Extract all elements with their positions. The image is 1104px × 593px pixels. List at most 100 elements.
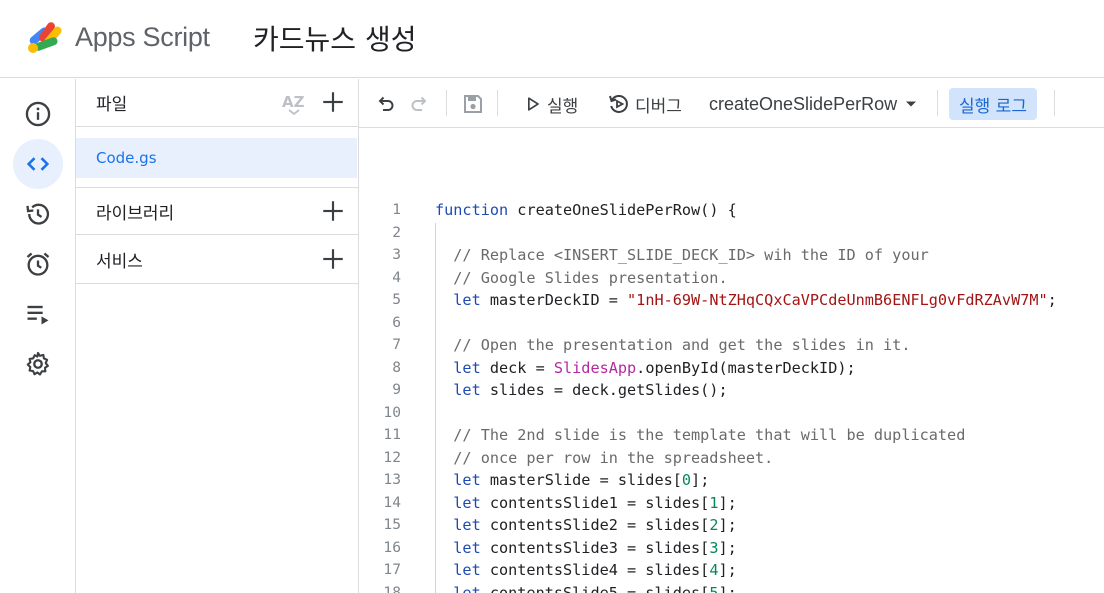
info-icon: [25, 101, 51, 127]
code-token: // once per row in the spreadsheet.: [435, 448, 774, 467]
dropdown-arrow-icon: [906, 101, 917, 107]
code-line[interactable]: 9 let slides = deck.getSlides();: [359, 379, 1104, 402]
gear-icon: [26, 351, 49, 376]
code-token: let: [435, 561, 481, 579]
code-line[interactable]: 2: [359, 222, 1104, 245]
toolbar-divider: [937, 90, 938, 116]
code-token: slides = deck.getSlides();: [480, 381, 728, 399]
code-token: // Google Slides presentation.: [435, 268, 728, 287]
code-editor[interactable]: 1 function createOneSlidePerRow() { 2 3 // …: [359, 128, 1104, 593]
code-line[interactable]: 11 // The 2nd slide is the template that…: [359, 424, 1104, 447]
code-token: contentsSlide4 = slides[: [480, 561, 710, 579]
line-number: 6: [392, 313, 401, 331]
code-token: .openById(masterDeckID);: [636, 358, 856, 377]
code-line[interactable]: 12 // once per row in the spreadsheet.: [359, 447, 1104, 470]
save-button[interactable]: [461, 89, 485, 119]
run-label: 실행: [547, 96, 579, 117]
code-line[interactable]: 14 let contentsSlide1 = slides[1];: [359, 492, 1104, 515]
code-token: let: [435, 291, 481, 309]
code-token: "1nH-69W-NtZHqCQxCaVPCdeUnmB6ENFLg0vFdRZ…: [627, 291, 1048, 309]
rail-overview-button[interactable]: [13, 89, 63, 139]
code-line[interactable]: 18 let contentsSlide5 = slides[5];: [359, 582, 1104, 593]
code-line[interactable]: 10: [359, 402, 1104, 425]
code-token: masterDeckID =: [480, 291, 628, 309]
rail-history-button[interactable]: [13, 189, 63, 239]
code-text: let contentsSlide5 = slides[5];: [435, 582, 736, 593]
project-title[interactable]: 카드뉴스 생성: [253, 18, 416, 58]
code-token: ];: [718, 516, 737, 534]
code-token: createOneSlidePerRow() {: [508, 201, 737, 219]
rail-settings-button[interactable]: [13, 339, 63, 389]
code-token: function: [435, 201, 509, 219]
files-panel: 파일 AZ Code.gs 라이브러리 서비스: [76, 79, 359, 593]
add-service-icon[interactable]: [320, 246, 346, 272]
code-line[interactable]: 1 function createOneSlidePerRow() {: [359, 199, 1104, 222]
code-token: // Replace <INSERT_SLIDE_DECK_ID> wih th…: [435, 246, 929, 264]
rail-triggers-button[interactable]: [13, 239, 63, 289]
libraries-label: 라이브러리: [96, 204, 175, 224]
redo-icon: [411, 96, 427, 111]
code-line[interactable]: 16 let contentsSlide3 = slides[3];: [359, 537, 1104, 560]
app-header: Apps Script 카드뉴스 생성: [0, 0, 1104, 78]
code-line[interactable]: 15 let contentsSlide2 = slides[2];: [359, 514, 1104, 537]
code-token: ;: [1047, 291, 1057, 309]
libraries-row: 라이브러리: [76, 187, 358, 235]
line-number: 11: [383, 426, 401, 443]
sort-az-icon[interactable]: AZ: [280, 90, 308, 116]
line-number: 2: [392, 223, 401, 241]
debug-button[interactable]: 디버그: [607, 89, 682, 119]
code-text: // The 2nd slide is the template that wi…: [435, 424, 965, 447]
line-number: 10: [383, 403, 401, 421]
line-number: 8: [392, 358, 401, 376]
code-token: masterSlide = slides[: [480, 471, 682, 489]
code-line[interactable]: 17 let contentsSlide4 = slides[4];: [359, 559, 1104, 582]
execution-log-button[interactable]: 실행 로그: [949, 88, 1037, 120]
add-library-icon[interactable]: [320, 198, 346, 224]
code-line[interactable]: 7 // Open the presentation and get the s…: [359, 334, 1104, 357]
rail-editor-button[interactable]: [13, 139, 63, 189]
run-button[interactable]: 실행: [523, 89, 578, 119]
files-label: 파일: [96, 95, 128, 115]
code-token: 0: [681, 471, 692, 489]
code-line[interactable]: 8 let deck = SlidesApp.openById(masterDe…: [359, 357, 1104, 380]
list-play-icon: [27, 305, 49, 325]
undo-button[interactable]: [373, 89, 397, 119]
line-number: 17: [383, 561, 401, 578]
code-token: ];: [691, 471, 710, 489]
code-line[interactable]: 5 let masterDeckID = "1nH-69W-NtZHqCQxCa…: [359, 289, 1104, 312]
code-text: let masterDeckID = "1nH-69W-NtZHqCQxCaVP…: [435, 289, 1057, 312]
line-number: 7: [392, 336, 401, 353]
code-text: let masterSlide = slides[0];: [435, 469, 709, 492]
line-number: 3: [392, 246, 401, 263]
rail-executions-button[interactable]: [13, 289, 63, 339]
add-file-icon[interactable]: [320, 89, 346, 115]
apps-script-logo-icon[interactable]: [24, 18, 68, 56]
line-number: 13: [383, 471, 401, 488]
code-token: ];: [718, 538, 737, 557]
function-select[interactable]: createOneSlidePerRow: [709, 89, 921, 119]
line-number: 1: [392, 201, 401, 218]
line-number: 9: [392, 381, 401, 398]
code-line[interactable]: 4 // Google Slides presentation.: [359, 267, 1104, 290]
alarm-icon: [26, 252, 50, 276]
line-number: 16: [383, 538, 401, 556]
app-name[interactable]: Apps Script: [75, 22, 210, 53]
code-token: contentsSlide2 = slides[: [480, 516, 710, 534]
code-token: let: [435, 516, 481, 534]
file-item-code-gs[interactable]: Code.gs: [76, 138, 357, 178]
debug-icon: [609, 95, 628, 113]
svg-text:AZ: AZ: [282, 93, 305, 111]
line-number: 15: [383, 516, 401, 533]
code-text: // once per row in the spreadsheet.: [435, 447, 773, 470]
code-text: // Google Slides presentation.: [435, 267, 728, 290]
code-text: let contentsSlide2 = slides[2];: [435, 514, 737, 537]
redo-button[interactable]: [408, 89, 432, 119]
left-navigation-rail: [0, 79, 76, 593]
line-number: 5: [392, 291, 401, 308]
code-token: ];: [718, 561, 737, 579]
code-line[interactable]: 6: [359, 312, 1104, 335]
code-line[interactable]: 3 // Replace <INSERT_SLIDE_DECK_ID> wih …: [359, 244, 1104, 267]
code-text: // Replace <INSERT_SLIDE_DECK_ID> wih th…: [435, 244, 929, 267]
line-number: 18: [383, 583, 401, 593]
code-line[interactable]: 13 let masterSlide = slides[0];: [359, 469, 1104, 492]
